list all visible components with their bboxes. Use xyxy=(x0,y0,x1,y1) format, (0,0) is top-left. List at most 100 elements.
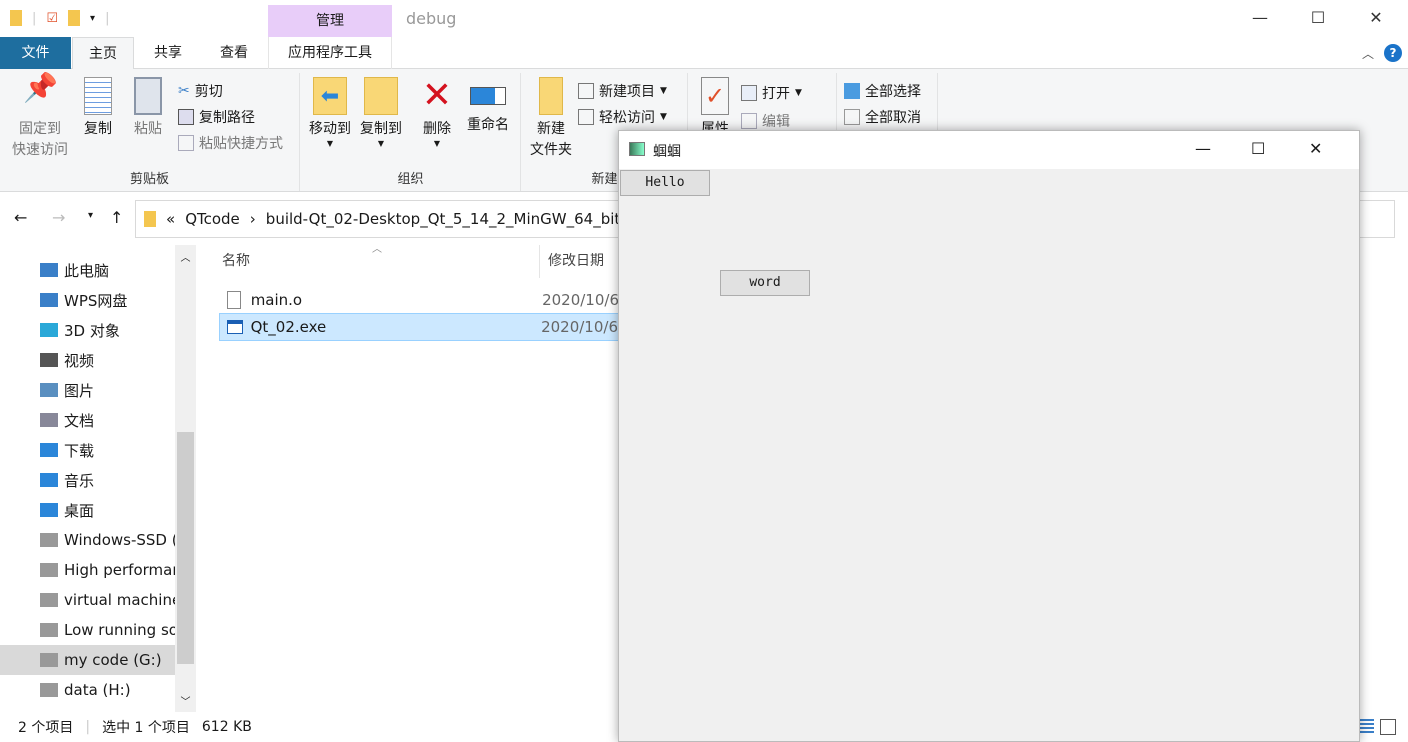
drive-icon xyxy=(40,563,58,577)
nav-item-label: 3D 对象 xyxy=(64,321,120,340)
breadcrumb-overflow[interactable]: « xyxy=(166,210,175,228)
help-icon[interactable]: ? xyxy=(1384,44,1402,62)
window-title: debug xyxy=(406,9,457,28)
select-none-button[interactable]: 全部取消 xyxy=(844,107,921,127)
nav-item[interactable]: data (H:) xyxy=(0,675,175,705)
collapse-ribbon-icon[interactable]: ︿ xyxy=(1362,45,1374,62)
move-to-button[interactable]: ⬅ 移动到 ▼ xyxy=(305,73,355,148)
move-folder-icon: ⬅ xyxy=(313,77,347,115)
new-folder-button[interactable]: 新建 文件夹 xyxy=(526,73,576,161)
easy-access-icon xyxy=(578,109,594,125)
group-clipboard: 📌 固定到 快速访问 复制 粘贴 ✂ 剪切 复制路径 粘贴快捷方式 剪贴板 xyxy=(0,73,300,191)
new-folder-icon[interactable] xyxy=(68,10,81,26)
paste-shortcut-button[interactable]: 粘贴快捷方式 xyxy=(178,133,283,153)
select-none-icon xyxy=(844,109,860,125)
group-label: 剪贴板 xyxy=(129,172,169,187)
nav-item-label: 视频 xyxy=(64,351,95,370)
nav-item[interactable]: WPS网盘 xyxy=(0,285,175,315)
music-icon xyxy=(40,473,58,487)
back-icon[interactable]: ← xyxy=(14,208,27,227)
delete-button[interactable]: ✕ 删除 ▼ xyxy=(417,73,457,148)
qt-maximize-button[interactable]: ☐ xyxy=(1251,139,1265,158)
nav-item-label: WPS网盘 xyxy=(64,291,128,310)
file-row-selected[interactable]: Qt_02.exe 2020/10/6 xyxy=(219,313,619,341)
pin-quick-access-button[interactable]: 📌 固定到 快速访问 xyxy=(8,73,72,161)
qt-window: 蝈蝈 — ☐ ✕ Hello word xyxy=(618,130,1360,742)
easy-access-button[interactable]: 轻松访问 ▼ xyxy=(578,107,667,127)
details-view-icon[interactable] xyxy=(1358,719,1374,735)
nav-item-label: virtual machine xyxy=(64,591,175,609)
drive-icon xyxy=(40,593,58,607)
context-tab-manage[interactable]: 管理 xyxy=(268,5,392,37)
copy-to-button[interactable]: 复制到 ▼ xyxy=(355,73,407,148)
copy-path-icon xyxy=(178,109,194,125)
tab-view[interactable]: 查看 xyxy=(204,37,264,69)
open-button[interactable]: 打开 ▼ xyxy=(741,83,802,103)
exe-icon xyxy=(227,320,243,334)
picture-icon xyxy=(40,383,58,397)
breadcrumb-item[interactable]: build-Qt_02-Desktop_Qt_5_14_2_MinGW_64_b… xyxy=(266,210,626,228)
word-button[interactable]: word xyxy=(720,270,810,296)
nav-item[interactable]: Low running soft xyxy=(0,615,175,645)
paste-button[interactable]: 粘贴 xyxy=(126,73,170,140)
selected-count: 选中 1 个项目 xyxy=(102,720,190,736)
nav-item[interactable]: 此电脑 xyxy=(0,255,175,285)
copy-button[interactable]: 复制 xyxy=(76,73,120,140)
copy-path-button[interactable]: 复制路径 xyxy=(178,107,255,127)
download-icon xyxy=(40,443,58,457)
up-icon[interactable]: ↑ xyxy=(110,208,123,227)
nav-item-label: 此电脑 xyxy=(64,261,110,280)
nav-item[interactable]: 视频 xyxy=(0,345,175,375)
copy-icon xyxy=(84,77,112,115)
folder-icon xyxy=(10,10,22,26)
video-icon xyxy=(40,353,58,367)
large-icons-view-icon[interactable] xyxy=(1380,719,1396,735)
nav-item[interactable]: 音乐 xyxy=(0,465,175,495)
nav-item[interactable]: 3D 对象 xyxy=(0,315,175,345)
select-all-button[interactable]: 全部选择 xyxy=(844,81,921,101)
tab-share[interactable]: 共享 xyxy=(140,37,196,69)
edit-button[interactable]: 编辑 xyxy=(741,111,790,131)
document-icon xyxy=(40,413,58,427)
nav-item[interactable]: High performance xyxy=(0,555,175,585)
hello-button[interactable]: Hello xyxy=(620,170,710,196)
group-organize: ⬅ 移动到 ▼ 复制到 ▼ ✕ 删除 ▼ 重命名 组织 xyxy=(301,73,521,191)
tab-app-tools[interactable]: 应用程序工具 xyxy=(268,37,392,69)
pin-icon: 📌 xyxy=(23,71,58,104)
drive-icon xyxy=(40,683,58,697)
properties-check-icon[interactable]: ☑ xyxy=(46,11,58,26)
chevron-right-icon: › xyxy=(249,210,256,228)
maximize-button[interactable]: ☐ xyxy=(1298,8,1338,27)
cut-button[interactable]: ✂ 剪切 xyxy=(178,81,223,101)
rename-button[interactable]: 重命名 xyxy=(461,73,515,136)
qt-minimize-button[interactable]: — xyxy=(1195,139,1211,158)
column-header-date[interactable]: 修改日期 xyxy=(548,245,604,278)
qt-close-button[interactable]: ✕ xyxy=(1309,139,1322,158)
nav-item[interactable]: 桌面 xyxy=(0,495,175,525)
tab-file[interactable]: 文件 xyxy=(0,37,71,69)
customize-dropdown-icon[interactable]: ▾ xyxy=(90,13,95,24)
navigation-pane: 此电脑 WPS网盘 3D 对象视频图片文档下载音乐桌面 Windows-SSD (C:… xyxy=(0,245,196,712)
nav-item[interactable]: virtual machine xyxy=(0,585,175,615)
nav-item[interactable]: my code (G:) xyxy=(0,645,175,675)
breadcrumb-item[interactable]: QTcode xyxy=(185,210,240,228)
explorer-titlebar: | ☑ ▾ | 管理 debug — ☐ ✕ xyxy=(0,0,1408,37)
selected-size: 612 KB xyxy=(201,719,252,735)
nav-item[interactable]: 下载 xyxy=(0,435,175,465)
forward-icon[interactable]: → xyxy=(52,208,65,227)
close-button[interactable]: ✕ xyxy=(1356,8,1396,27)
file-row[interactable]: main.o 2020/10/6 xyxy=(219,286,619,314)
tab-home[interactable]: 主页 xyxy=(72,37,134,70)
nav-item[interactable]: Windows-SSD (C:) xyxy=(0,525,175,555)
recent-dropdown-icon[interactable]: ▾ xyxy=(88,210,93,221)
new-item-button[interactable]: 新建项目 ▼ xyxy=(578,81,667,101)
app-icon xyxy=(629,142,645,156)
minimize-button[interactable]: — xyxy=(1240,8,1280,27)
nav-item[interactable]: 文档 xyxy=(0,405,175,435)
qt-titlebar: 蝈蝈 — ☐ ✕ xyxy=(619,131,1359,169)
nav-item-label: 图片 xyxy=(64,381,95,400)
nav-item[interactable]: 图片 xyxy=(0,375,175,405)
nav-scrollbar-thumb[interactable] xyxy=(177,432,194,664)
column-header-name[interactable]: 名称 xyxy=(222,245,540,278)
nav-item-label: 下载 xyxy=(64,441,95,460)
